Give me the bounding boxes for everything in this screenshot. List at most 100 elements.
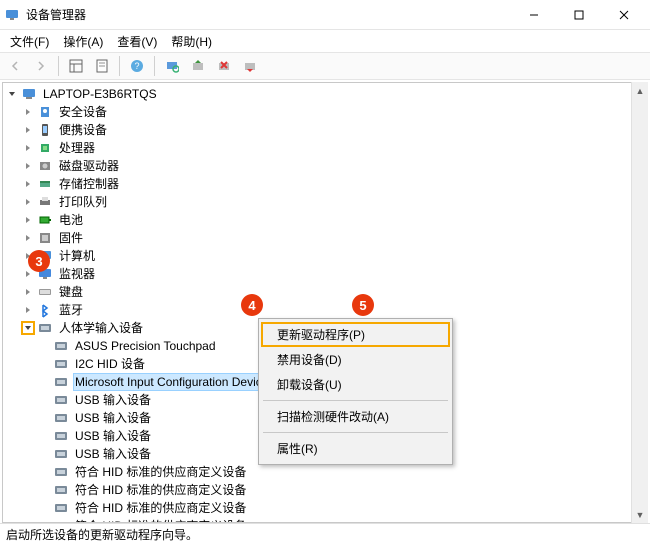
tree-item-label: 符合 HID 标准的供应商定义设备 <box>73 481 248 499</box>
hid-device[interactable]: 符合 HID 标准的供应商定义设备 <box>5 499 647 517</box>
expand-toggle[interactable] <box>21 141 35 155</box>
update-driver-icon[interactable] <box>187 55 209 77</box>
battery-icon <box>37 212 53 228</box>
keyboard-icon <box>37 284 53 300</box>
help-icon[interactable]: ? <box>126 55 148 77</box>
back-button <box>4 55 26 77</box>
expand-toggle[interactable] <box>21 123 35 137</box>
category-monitor[interactable]: 监视器 <box>5 265 647 283</box>
expand-toggle[interactable] <box>21 285 35 299</box>
collapse-toggle[interactable] <box>5 87 19 101</box>
tree-item-label: 监视器 <box>57 265 97 283</box>
uninstall-icon[interactable] <box>213 55 235 77</box>
portable-icon <box>37 122 53 138</box>
vertical-scrollbar[interactable]: ▲ ▼ <box>631 82 648 523</box>
ctx-properties[interactable]: 属性(R) <box>261 436 450 461</box>
ctx-update-driver[interactable]: 更新驱动程序(P) <box>261 322 450 347</box>
tree-item-label: 键盘 <box>57 283 85 301</box>
expand-toggle[interactable] <box>21 195 35 209</box>
tree-item-label: USB 输入设备 <box>73 409 153 427</box>
callout-badge-5: 5 <box>352 294 374 316</box>
menu-file[interactable]: 文件(F) <box>4 31 55 52</box>
menu-bar: 文件(F) 操作(A) 查看(V) 帮助(H) <box>0 30 650 52</box>
forward-button <box>30 55 52 77</box>
callout-badge-3: 3 <box>28 250 50 272</box>
tree-item-label: Microsoft Input Configuration Device <box>73 373 270 391</box>
root-computer[interactable]: LAPTOP-E3B6RTQS <box>5 85 647 103</box>
details-pane-icon[interactable] <box>65 55 87 77</box>
category-security[interactable]: 安全设备 <box>5 103 647 121</box>
hid-icon <box>37 320 53 336</box>
scan-hardware-icon[interactable] <box>161 55 183 77</box>
expand-toggle[interactable] <box>21 213 35 227</box>
svg-text:?: ? <box>134 61 139 71</box>
properties-icon[interactable] <box>91 55 113 77</box>
tree-item-label: 固件 <box>57 229 85 247</box>
category-processors[interactable]: 处理器 <box>5 139 647 157</box>
computer-icon <box>21 86 37 102</box>
toolbar: ? <box>0 52 650 80</box>
status-bar: 启动所选设备的更新驱动程序向导。 <box>0 523 650 543</box>
category-disk[interactable]: 磁盘驱动器 <box>5 157 647 175</box>
expand-toggle[interactable] <box>21 105 35 119</box>
tree-item-label: I2C HID 设备 <box>73 355 147 373</box>
disk-icon <box>37 158 53 174</box>
hid-device-icon <box>53 374 69 390</box>
category-firmware[interactable]: 固件 <box>5 229 647 247</box>
status-text: 启动所选设备的更新驱动程序向导。 <box>6 528 198 542</box>
expand-toggle[interactable] <box>21 159 35 173</box>
print-icon <box>37 194 53 210</box>
firmware-icon <box>37 230 53 246</box>
scroll-up-button[interactable]: ▲ <box>632 82 648 99</box>
expand-toggle[interactable] <box>21 177 35 191</box>
tree-item-label: 电池 <box>57 211 85 229</box>
tree-item-label: 存储控制器 <box>57 175 121 193</box>
close-button[interactable] <box>601 0 646 30</box>
minimize-button[interactable] <box>511 0 556 30</box>
hid-device-icon <box>53 356 69 372</box>
hid-device[interactable]: 符合 HID 标准的供应商定义设备 <box>5 481 647 499</box>
category-print[interactable]: 打印队列 <box>5 193 647 211</box>
tree-item-label: 磁盘驱动器 <box>57 157 121 175</box>
category-keyboard[interactable]: 键盘 <box>5 283 647 301</box>
hid-device-icon <box>53 446 69 462</box>
disable-icon[interactable] <box>239 55 261 77</box>
hid-device-icon <box>53 482 69 498</box>
category-computer[interactable]: 计算机 <box>5 247 647 265</box>
tree-item-label: 符合 HID 标准的供应商定义设备 <box>73 463 248 481</box>
category-bluetooth[interactable]: 蓝牙 <box>5 301 647 319</box>
processors-icon <box>37 140 53 156</box>
security-icon <box>37 104 53 120</box>
hid-device-icon <box>53 428 69 444</box>
hid-device-icon <box>53 338 69 354</box>
tree-item-label: USB 输入设备 <box>73 445 153 463</box>
expand-toggle[interactable] <box>21 303 35 317</box>
tree-item-label: LAPTOP-E3B6RTQS <box>41 85 159 103</box>
context-menu: 更新驱动程序(P) 禁用设备(D) 卸载设备(U) 扫描检测硬件改动(A) 属性… <box>258 318 453 465</box>
collapse-toggle[interactable] <box>21 321 35 335</box>
expand-toggle[interactable] <box>21 231 35 245</box>
tree-item-label: ASUS Precision Touchpad <box>73 337 218 355</box>
menu-help[interactable]: 帮助(H) <box>165 31 218 52</box>
tree-item-label: 打印队列 <box>57 193 109 211</box>
category-portable[interactable]: 便携设备 <box>5 121 647 139</box>
tree-item-label: 安全设备 <box>57 103 109 121</box>
ctx-separator <box>263 400 448 401</box>
hid-device-icon <box>53 464 69 480</box>
ctx-uninstall-device[interactable]: 卸载设备(U) <box>261 372 450 397</box>
tree-item-label: 计算机 <box>57 247 97 265</box>
storage-icon <box>37 176 53 192</box>
app-icon <box>4 7 20 23</box>
hid-device[interactable]: 符合 HID 标准的供应商定义设备 <box>5 463 647 481</box>
maximize-button[interactable] <box>556 0 601 30</box>
ctx-scan-hardware[interactable]: 扫描检测硬件改动(A) <box>261 404 450 429</box>
hid-device-icon <box>53 500 69 516</box>
tree-item-label: 符合 HID 标准的供应商定义设备 <box>73 499 248 517</box>
menu-action[interactable]: 操作(A) <box>57 31 109 52</box>
category-battery[interactable]: 电池 <box>5 211 647 229</box>
menu-view[interactable]: 查看(V) <box>111 31 163 52</box>
category-storage[interactable]: 存储控制器 <box>5 175 647 193</box>
bluetooth-icon <box>37 302 53 318</box>
scroll-down-button[interactable]: ▼ <box>632 506 648 523</box>
ctx-disable-device[interactable]: 禁用设备(D) <box>261 347 450 372</box>
